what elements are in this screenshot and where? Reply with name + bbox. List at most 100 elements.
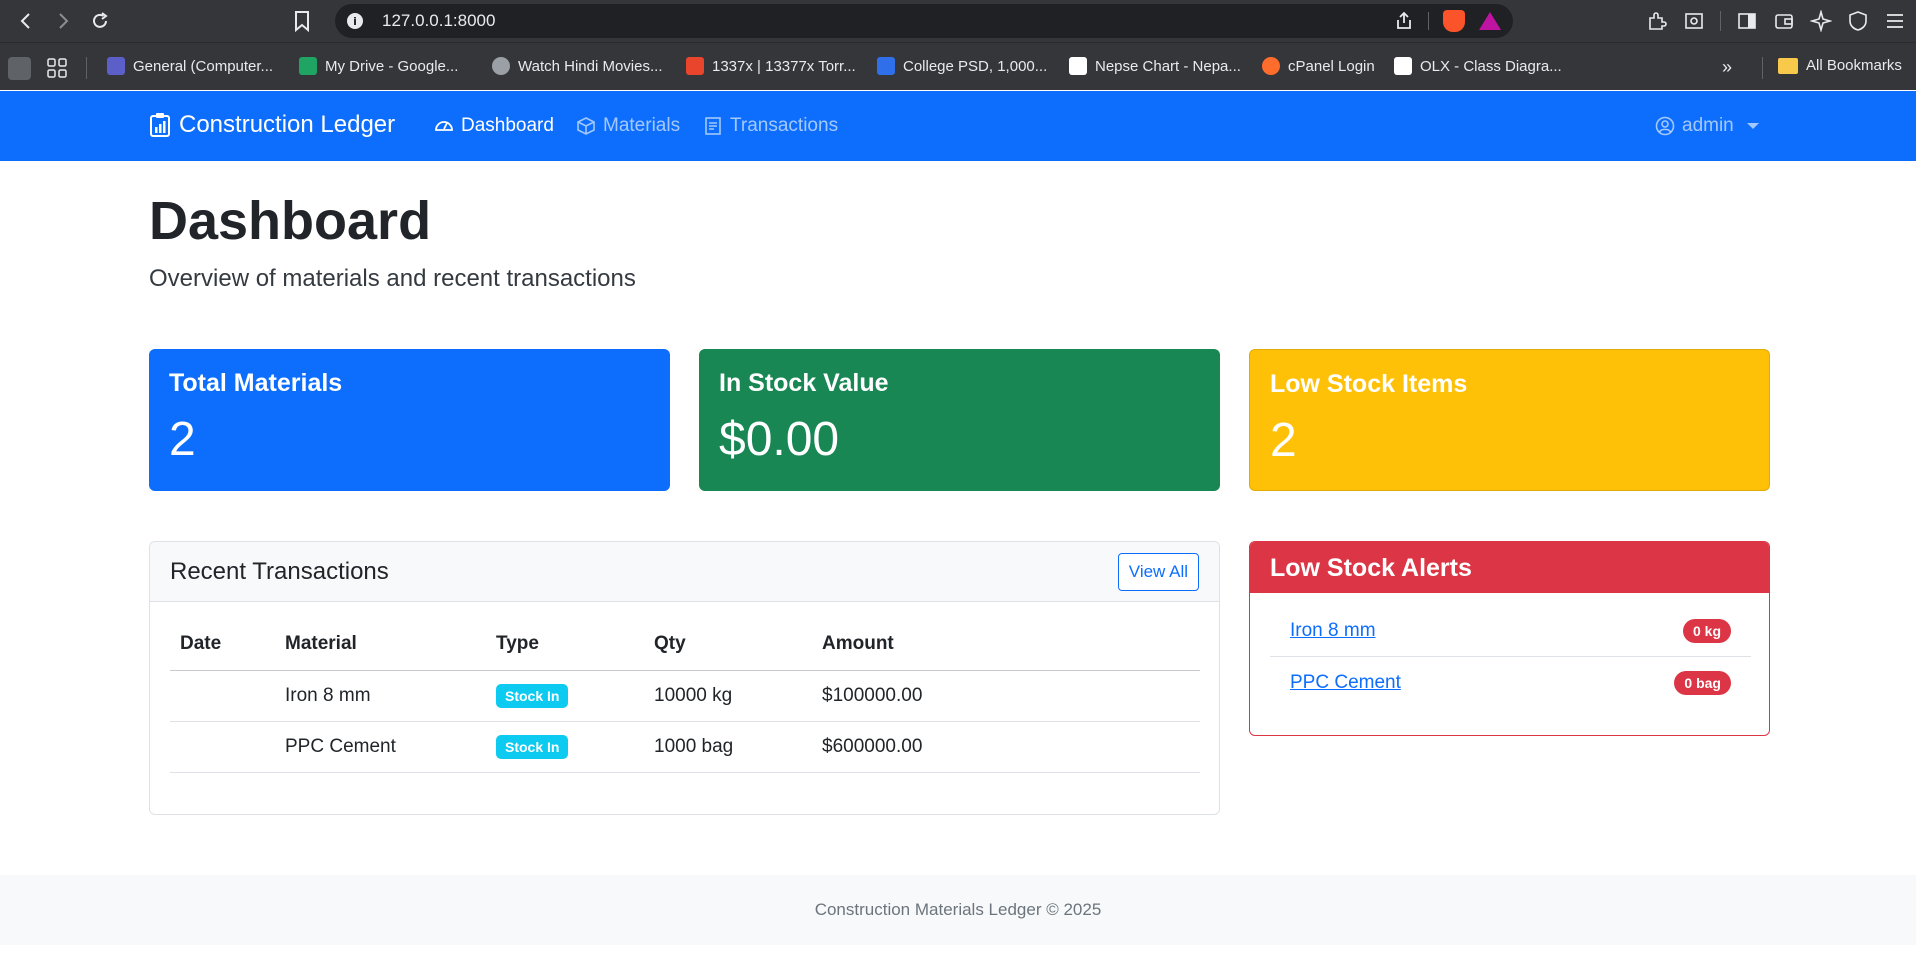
page-title: Dashboard — [149, 191, 432, 251]
bookmark-page-button[interactable] — [292, 10, 312, 37]
sidebar-icon[interactable] — [1736, 10, 1758, 32]
bookmark-item[interactable]: College PSD, 1,000... — [877, 57, 1047, 75]
transactions-table: Date Material Type Qty Amount Iron 8 mm … — [170, 619, 1200, 773]
wallet-icon[interactable] — [1773, 10, 1795, 32]
bookmark-label: My Drive - Google... — [325, 57, 459, 75]
stat-card-in-stock-value: In Stock Value $0.00 — [699, 349, 1220, 491]
page-subtitle: Overview of materials and recent transac… — [149, 265, 636, 292]
material-link[interactable]: Iron 8 mm — [1290, 620, 1376, 642]
olx-icon — [1394, 57, 1412, 75]
brave-shields-icon[interactable] — [1443, 10, 1465, 32]
stat-value: 2 — [1270, 414, 1297, 467]
bookmark-label: General (Computer... — [133, 57, 274, 75]
vpn-shield-icon[interactable] — [1847, 10, 1869, 32]
cell-qty: 1000 bag — [644, 721, 812, 773]
card-title: Recent Transactions — [170, 558, 389, 585]
leo-ai-icon[interactable] — [1810, 10, 1832, 32]
view-all-button[interactable]: View All — [1117, 553, 1199, 591]
column-header: Date — [170, 619, 275, 671]
forward-button[interactable] — [51, 9, 75, 33]
address-bar[interactable]: i 127.0.0.1:8000 — [335, 4, 1513, 38]
tab-search-icon[interactable] — [8, 57, 31, 80]
table-header-row: Date Material Type Qty Amount — [170, 619, 1200, 671]
nav-materials[interactable]: Materials — [576, 115, 680, 137]
chevron-left-icon — [20, 13, 30, 29]
chart-icon — [1069, 57, 1087, 75]
card-title: Low Stock Alerts — [1250, 542, 1769, 593]
bookmark-item[interactable]: OLX - Class Diagra... — [1394, 57, 1562, 75]
reload-icon — [93, 12, 108, 28]
bookmark-item[interactable]: Watch Hindi Movies... — [492, 57, 663, 75]
list-item: Iron 8 mm 0 kg — [1270, 606, 1751, 657]
share-icon[interactable] — [1394, 11, 1414, 31]
qty-badge: 0 kg — [1682, 619, 1731, 643]
cell-type: Stock In — [486, 721, 644, 773]
freepik-icon — [877, 57, 895, 75]
chevron-right-icon — [59, 13, 69, 29]
receipt-icon — [705, 117, 721, 135]
bookmark-label: Nepse Chart - Nepa... — [1095, 57, 1241, 75]
teams-icon — [107, 57, 125, 75]
column-header: Qty — [644, 619, 812, 671]
type-badge: Stock In — [496, 734, 569, 759]
clipboard-chart-icon — [150, 113, 170, 137]
extensions-icon[interactable] — [1646, 10, 1668, 32]
nav-transactions-label: Transactions — [730, 115, 839, 136]
bookmark-item[interactable]: 1337x | 13377x Torr... — [686, 57, 856, 75]
username: admin — [1682, 115, 1734, 136]
cpanel-icon — [1262, 57, 1280, 75]
bookmark-label: College PSD, 1,000... — [903, 57, 1048, 75]
user-dropdown[interactable]: admin — [1655, 115, 1759, 137]
bookmark-item[interactable]: cPanel Login — [1262, 57, 1375, 75]
caret-down-icon — [1746, 123, 1759, 129]
stat-value: $0.00 — [719, 413, 840, 466]
apps-grid-icon[interactable] — [46, 57, 68, 79]
stat-value: 2 — [169, 413, 196, 466]
back-button[interactable] — [14, 9, 38, 33]
cell-type: Stock In — [486, 670, 644, 722]
bookmark-item[interactable]: Nepse Chart - Nepa... — [1069, 57, 1241, 75]
app-navbar: Construction Ledger Dashboard Materials … — [0, 91, 1916, 161]
bookmark-label: OLX - Class Diagra... — [1420, 57, 1562, 75]
stat-card-low-stock-items: Low Stock Items 2 — [1249, 349, 1770, 491]
bookmark-label: cPanel Login — [1288, 57, 1375, 75]
bookmark-item[interactable]: My Drive - Google... — [299, 57, 458, 75]
column-header: Amount — [812, 619, 1200, 671]
brand-link[interactable]: Construction Ledger — [149, 111, 395, 139]
nav-materials-label: Materials — [603, 115, 681, 136]
cell-date — [170, 670, 275, 722]
nav-dashboard[interactable]: Dashboard — [434, 115, 554, 137]
material-link[interactable]: PPC Cement — [1290, 672, 1401, 694]
stat-card-total-materials: Total Materials 2 — [149, 349, 670, 491]
low-stock-alerts-card: Low Stock Alerts Iron 8 mm 0 kg PPC Ceme… — [1249, 541, 1770, 736]
stat-label: In Stock Value — [719, 369, 889, 397]
all-bookmarks-button[interactable]: All Bookmarks — [1778, 57, 1902, 74]
browser-toolbar: i 127.0.0.1:8000 — [0, 0, 1916, 42]
nav-transactions[interactable]: Transactions — [703, 115, 838, 137]
folder-icon — [1778, 57, 1798, 74]
cell-qty: 10000 kg — [644, 670, 812, 722]
google-drive-icon — [299, 57, 317, 75]
table-row: PPC Cement Stock In 1000 bag $600000.00 — [170, 721, 1200, 773]
column-header: Material — [275, 619, 486, 671]
url-text: 127.0.0.1:8000 — [382, 11, 496, 30]
bookmarks-bar: General (Computer... My Drive - Google..… — [0, 42, 1916, 90]
bookmark-label: 1337x | 13377x Torr... — [712, 57, 856, 75]
footer-text: Construction Materials Ledger © 2025 — [814, 900, 1102, 919]
bookmark-label: Watch Hindi Movies... — [518, 57, 663, 75]
stat-label: Low Stock Items — [1270, 370, 1468, 398]
column-header: Type — [486, 619, 644, 671]
brand-name: Construction Ledger — [179, 111, 396, 138]
cell-amount: $600000.00 — [812, 721, 1200, 773]
site-info-icon[interactable]: i — [347, 13, 363, 29]
brave-rewards-icon[interactable] — [1479, 12, 1501, 30]
reading-mode-icon[interactable] — [1683, 10, 1705, 32]
cell-date — [170, 721, 275, 773]
reload-button[interactable] — [88, 9, 112, 33]
user-circle-icon — [1655, 116, 1675, 136]
bookmark-item[interactable]: General (Computer... — [107, 57, 273, 75]
more-bookmarks-icon[interactable]: » — [1722, 57, 1732, 78]
torrent-site-icon — [686, 57, 704, 75]
bookmark-icon — [295, 11, 309, 33]
menu-icon[interactable] — [1884, 10, 1906, 32]
